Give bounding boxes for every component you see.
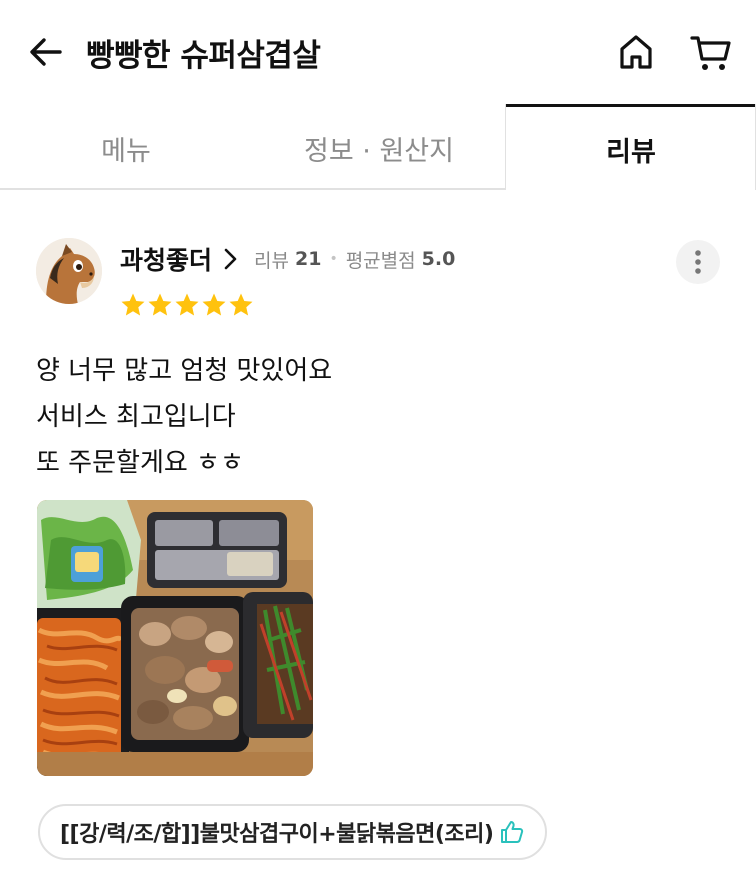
tab-border-left <box>505 104 506 190</box>
review-line: 또 주문할게요 ㅎㅎ <box>36 448 244 478</box>
chevron-right-icon[interactable] <box>224 248 238 270</box>
cart-button[interactable] <box>688 30 734 74</box>
review-count: 21 <box>294 248 322 270</box>
star-icon <box>229 293 253 316</box>
reviewer-name[interactable]: 과청좋더 <box>120 241 212 277</box>
reviewer-stats: 리뷰 21 • 평균별점 5.0 <box>254 246 455 273</box>
tab-info-origin[interactable]: 정보 · 원산지 <box>252 104 506 192</box>
cart-icon <box>690 36 731 70</box>
star-rating <box>120 292 254 320</box>
star-icon <box>175 293 199 316</box>
tab-menu[interactable]: 메뉴 <box>0 104 252 192</box>
home-button[interactable] <box>614 30 658 74</box>
avg-rating: 5.0 <box>421 248 456 270</box>
home-icon <box>620 35 652 69</box>
star-icon <box>121 293 145 316</box>
more-vertical-icon <box>695 250 701 274</box>
store-title: 빵빵한 슈퍼삼겹살 <box>86 38 321 74</box>
reviewer-info: 과청좋더 리뷰 21 • 평균별점 5.0 <box>120 240 455 278</box>
horse-avatar-image <box>36 238 102 304</box>
tab-review[interactable]: 리뷰 <box>506 104 756 192</box>
ordered-menu-tag[interactable]: [[강/력/조/합]]불맛삼겹구이+불닭볶음면(조리) <box>38 804 548 860</box>
star-icon <box>202 293 226 316</box>
review-photo[interactable] <box>37 500 313 776</box>
more-options-button[interactable] <box>676 240 720 284</box>
thumbs-up-icon <box>501 821 524 843</box>
review-line: 양 너무 많고 엄청 맛있어요 <box>36 356 333 386</box>
separator-dot: • <box>329 251 338 267</box>
arrow-left-icon <box>30 38 62 66</box>
food-photo-image <box>37 500 313 776</box>
avg-rating-label: 평균별점 <box>345 249 416 272</box>
top-app-bar: 빵빵한 슈퍼삼겹살 <box>0 0 756 104</box>
tab-bar: 메뉴 정보 · 원산지 리뷰 <box>0 104 756 192</box>
review-line: 서비스 최고입니다 <box>36 402 236 432</box>
ordered-menu-label: [[강/력/조/합]]불맛삼겹구이+불닭볶음면(조리) <box>60 822 494 847</box>
avatar[interactable] <box>36 238 102 304</box>
star-icon <box>148 293 172 316</box>
back-button[interactable] <box>26 32 66 72</box>
review-body: 양 너무 많고 엄청 맛있어요 서비스 최고입니다 또 주문할게요 ㅎㅎ <box>36 348 332 486</box>
review-count-label: 리뷰 <box>254 249 289 272</box>
tab-divider <box>0 188 506 190</box>
